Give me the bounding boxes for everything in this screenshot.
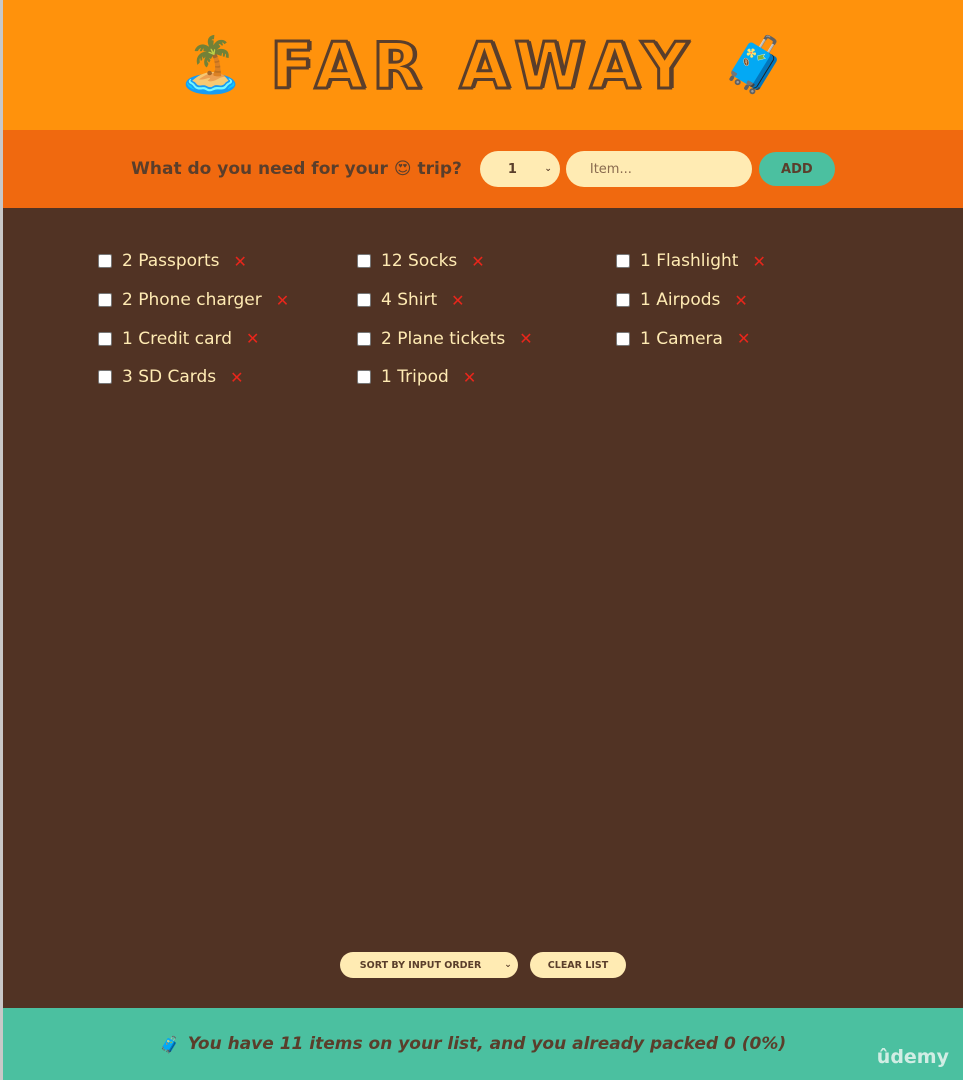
udemy-watermark: ûdemy (876, 1046, 949, 1068)
item-label: 3 SD Cards (122, 367, 217, 388)
list-actions: SORT BY INPUT ORDER ⌄ CLEAR LIST (3, 952, 963, 978)
delete-icon[interactable]: ✕ (737, 329, 750, 348)
delete-icon[interactable]: ✕ (519, 329, 532, 348)
packed-checkbox[interactable] (616, 293, 630, 308)
suitcase-icon: 🧳 (721, 33, 790, 96)
delete-icon[interactable]: ✕ (230, 368, 243, 387)
packed-checkbox[interactable] (357, 254, 371, 269)
form-question: What do you need for your 😍 trip? (131, 159, 462, 179)
list-item: 1 Flashlight ✕ (616, 242, 875, 281)
list-item: 1 Airpods ✕ (616, 281, 875, 320)
list-item: 4 Shirt ✕ (357, 281, 616, 320)
item-label: 2 Plane tickets (381, 328, 506, 349)
stats-footer: 🧳 You have 11 items on your list, and yo… (3, 1008, 963, 1080)
palm-island-icon: 🏝️ (176, 33, 245, 96)
delete-icon[interactable]: ✕ (734, 291, 747, 310)
sort-select-label: SORT BY INPUT ORDER (359, 959, 482, 971)
list-item: 3 SD Cards ✕ (98, 358, 357, 397)
item-list: 2 Passports ✕ 2 Phone charger ✕ 1 Credit car… (3, 208, 963, 397)
sort-select[interactable]: SORT BY INPUT ORDER ⌄ (339, 952, 518, 978)
item-label: 4 Shirt (381, 290, 438, 311)
list-item: 1 Camera ✕ (616, 319, 875, 358)
delete-icon[interactable]: ✕ (471, 252, 484, 271)
stats-text: You have 11 items on your list, and you … (187, 1034, 787, 1054)
add-button[interactable]: ADD (758, 152, 835, 186)
item-label: 12 Socks (381, 251, 458, 272)
list-item: 1 Credit card ✕ (98, 319, 357, 358)
packed-checkbox[interactable] (616, 254, 630, 269)
quantity-value: 1 (507, 161, 517, 177)
delete-icon[interactable]: ✕ (234, 252, 247, 271)
list-item: 12 Socks ✕ (357, 242, 616, 281)
list-item: 2 Plane tickets ✕ (357, 319, 616, 358)
delete-icon[interactable]: ✕ (276, 291, 289, 310)
item-label: 2 Passports (122, 251, 220, 272)
packed-checkbox[interactable] (98, 370, 112, 385)
packed-checkbox[interactable] (98, 254, 112, 269)
delete-icon[interactable]: ✕ (451, 291, 464, 310)
suitcase-icon: 🧳 (159, 1034, 180, 1054)
add-item-form: What do you need for your 😍 trip? 1 ⌄ AD… (3, 130, 963, 208)
list-item: 2 Passports ✕ (98, 242, 357, 281)
delete-icon[interactable]: ✕ (752, 252, 765, 271)
packed-checkbox[interactable] (357, 331, 371, 346)
delete-icon[interactable]: ✕ (463, 368, 476, 387)
chevron-down-icon: ⌄ (544, 164, 552, 174)
packed-checkbox[interactable] (98, 331, 112, 346)
chevron-down-icon: ⌄ (504, 960, 512, 970)
app-title: FAR AWAY (269, 30, 696, 104)
packing-list: 2 Passports ✕ 2 Phone charger ✕ 1 Credit car… (3, 208, 963, 1008)
packed-checkbox[interactable] (357, 293, 371, 308)
packed-checkbox[interactable] (98, 293, 112, 308)
item-label: 1 Camera (640, 328, 723, 349)
header: 🏝️ FAR AWAY 🧳 (3, 0, 963, 130)
delete-icon[interactable]: ✕ (246, 329, 259, 348)
app: 🏝️ FAR AWAY 🧳 What do you need for your … (3, 0, 963, 1080)
item-label: 1 Flashlight (640, 251, 739, 272)
list-item: 2 Phone charger ✕ (98, 281, 357, 320)
item-input[interactable] (565, 151, 752, 187)
packed-checkbox[interactable] (616, 331, 630, 346)
item-label: 2 Phone charger (122, 290, 262, 311)
item-label: 1 Airpods (640, 290, 721, 311)
packed-checkbox[interactable] (357, 370, 371, 385)
clear-list-button[interactable]: CLEAR LIST (529, 952, 627, 978)
item-label: 1 Credit card (122, 328, 232, 349)
list-item: 1 Tripod ✕ (357, 358, 616, 397)
quantity-select[interactable]: 1 ⌄ (479, 151, 560, 187)
item-label: 1 Tripod (381, 367, 449, 388)
